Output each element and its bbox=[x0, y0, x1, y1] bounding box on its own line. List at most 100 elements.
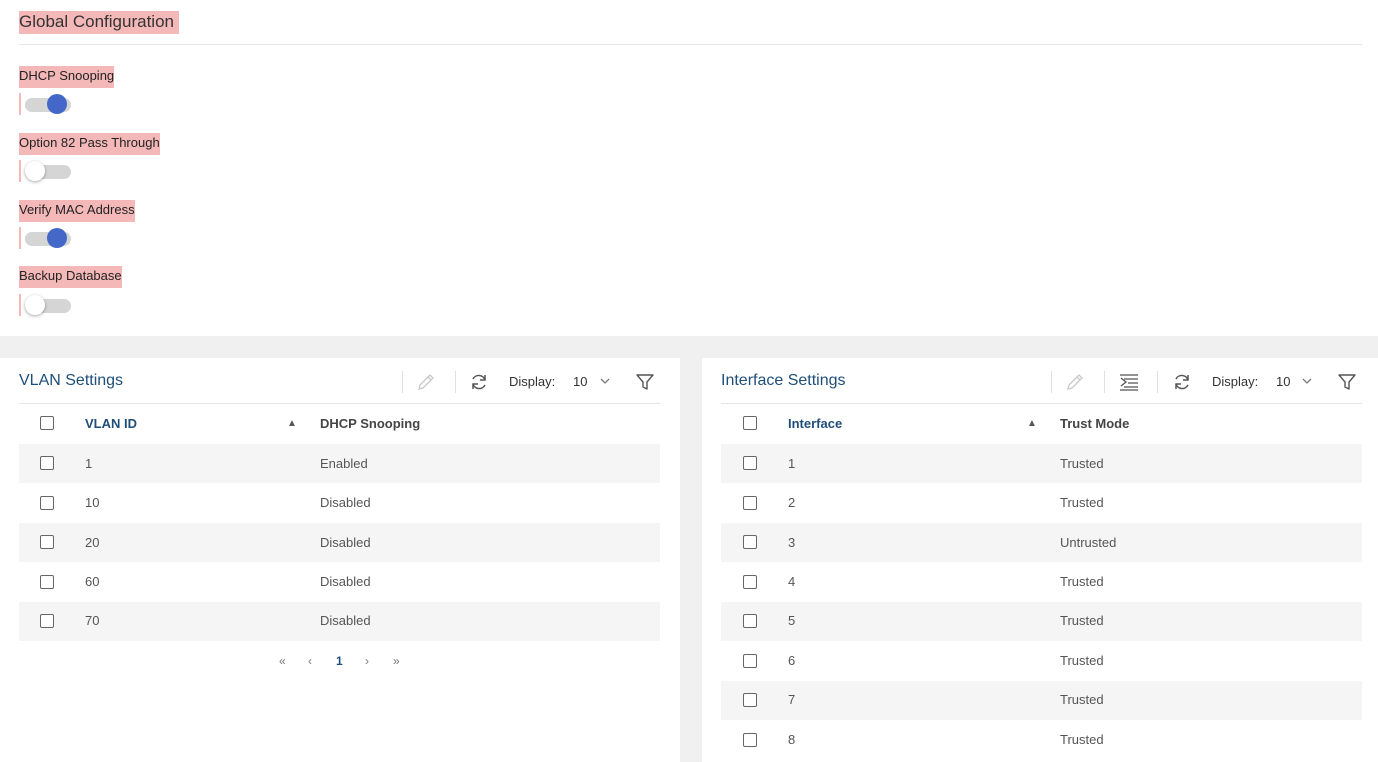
display-label: Display: bbox=[509, 374, 556, 389]
pagination-page-current[interactable]: 1 bbox=[336, 654, 343, 668]
divider bbox=[19, 44, 1362, 45]
row-checkbox[interactable] bbox=[743, 535, 757, 549]
toolbar-separator bbox=[1051, 371, 1052, 393]
table-header: VLAN ID ▲ DHCP Snooping bbox=[19, 404, 660, 444]
toggle-knob bbox=[47, 228, 67, 248]
toggle-knob bbox=[25, 161, 45, 181]
trust-mode-cell: Trusted bbox=[1060, 574, 1104, 589]
sort-ascending-icon[interactable]: ▲ bbox=[287, 418, 297, 430]
interface-cell: 1 bbox=[788, 456, 796, 471]
interface-cell: 8 bbox=[788, 732, 796, 747]
interface-settings-panel: Interface Settings Display: 10 Interface… bbox=[702, 358, 1378, 762]
vlan-id-cell: 70 bbox=[85, 613, 100, 628]
table-row[interactable]: 8 Trusted bbox=[721, 720, 1362, 759]
row-checkbox[interactable] bbox=[743, 456, 757, 470]
global-configuration-title: Global Configuration bbox=[19, 11, 179, 34]
interface-cell: 5 bbox=[788, 613, 796, 628]
interface-column-header[interactable]: Interface bbox=[788, 416, 842, 432]
toggle-knob bbox=[25, 295, 45, 315]
trust-mode-column-header[interactable]: Trust Mode bbox=[1060, 416, 1129, 432]
trust-mode-cell: Untrusted bbox=[1060, 535, 1117, 550]
pagination-first[interactable]: « bbox=[279, 654, 286, 668]
row-checkbox[interactable] bbox=[743, 733, 757, 747]
pagination-next[interactable]: › bbox=[365, 654, 369, 668]
toolbar-separator bbox=[1104, 371, 1105, 393]
table-row[interactable]: 5 Trusted bbox=[721, 602, 1362, 641]
table-row[interactable]: 70 Disabled bbox=[19, 602, 660, 641]
option-82-pass-through-label: Option 82 Pass Through bbox=[19, 133, 160, 155]
chevron-down-icon[interactable] bbox=[599, 375, 611, 387]
table-row[interactable]: 6 Trusted bbox=[721, 641, 1362, 680]
interface-cell: 4 bbox=[788, 574, 796, 589]
dhcp-snooping-cell: Disabled bbox=[320, 613, 371, 628]
table-row[interactable]: 1 Enabled bbox=[19, 444, 660, 483]
table-row[interactable]: 1 Trusted bbox=[721, 444, 1362, 483]
sort-ascending-icon[interactable]: ▲ bbox=[1027, 418, 1037, 430]
display-count-select[interactable]: 10 bbox=[573, 374, 587, 390]
interface-cell: 2 bbox=[788, 495, 796, 510]
dhcp-snooping-cell: Disabled bbox=[320, 535, 371, 550]
table-row[interactable]: 3 Untrusted bbox=[721, 523, 1362, 562]
toggle-knob bbox=[47, 94, 67, 114]
select-all-checkbox[interactable] bbox=[40, 416, 54, 430]
backup-database-toggle[interactable] bbox=[19, 294, 71, 316]
backup-database-label: Backup Database bbox=[19, 266, 122, 288]
row-checkbox[interactable] bbox=[743, 575, 757, 589]
vlan-id-column-header[interactable]: VLAN ID bbox=[85, 416, 137, 432]
interface-cell: 6 bbox=[788, 653, 796, 668]
row-checkbox[interactable] bbox=[40, 575, 54, 589]
dhcp-snooping-cell: Disabled bbox=[320, 495, 371, 510]
pagination-last[interactable]: » bbox=[393, 654, 400, 668]
column-settings-icon[interactable] bbox=[1118, 371, 1140, 393]
trust-mode-cell: Trusted bbox=[1060, 692, 1104, 707]
vlan-id-cell: 60 bbox=[85, 574, 100, 589]
row-checkbox[interactable] bbox=[40, 456, 54, 470]
row-checkbox[interactable] bbox=[743, 496, 757, 510]
row-checkbox[interactable] bbox=[743, 614, 757, 628]
row-checkbox[interactable] bbox=[743, 693, 757, 707]
trust-mode-cell: Trusted bbox=[1060, 653, 1104, 668]
vlan-id-cell: 20 bbox=[85, 535, 100, 550]
filter-icon[interactable] bbox=[1336, 371, 1358, 393]
row-checkbox[interactable] bbox=[40, 535, 54, 549]
table-header: Interface ▲ Trust Mode bbox=[721, 404, 1362, 444]
vlan-id-cell: 10 bbox=[85, 495, 100, 510]
dhcp-snooping-label: DHCP Snooping bbox=[19, 66, 115, 88]
select-all-checkbox[interactable] bbox=[743, 416, 757, 430]
vlan-id-cell: 1 bbox=[85, 456, 93, 471]
pencil-icon[interactable] bbox=[415, 371, 437, 393]
toolbar-separator bbox=[455, 371, 456, 393]
toolbar-separator bbox=[1157, 371, 1158, 393]
display-label: Display: bbox=[1212, 374, 1259, 389]
table-row[interactable]: 4 Trusted bbox=[721, 562, 1362, 601]
table-row[interactable]: 60 Disabled bbox=[19, 562, 660, 601]
option-82-pass-through-toggle[interactable] bbox=[19, 160, 71, 182]
verify-mac-address-toggle[interactable] bbox=[19, 227, 71, 249]
dhcp-snooping-toggle[interactable] bbox=[19, 93, 71, 115]
table-row[interactable]: 7 Trusted bbox=[721, 681, 1362, 720]
row-checkbox[interactable] bbox=[40, 496, 54, 510]
trust-mode-cell: Trusted bbox=[1060, 495, 1104, 510]
row-checkbox[interactable] bbox=[40, 614, 54, 628]
table-row[interactable]: 2 Trusted bbox=[721, 483, 1362, 522]
interface-settings-title: Interface Settings bbox=[721, 372, 846, 389]
dhcp-snooping-column-header[interactable]: DHCP Snooping bbox=[320, 416, 420, 432]
trust-mode-cell: Trusted bbox=[1060, 732, 1104, 747]
trust-mode-cell: Trusted bbox=[1060, 613, 1104, 628]
refresh-icon[interactable] bbox=[468, 371, 490, 393]
verify-mac-address-label: Verify MAC Address bbox=[19, 200, 135, 222]
pagination-prev[interactable]: ‹ bbox=[308, 654, 312, 668]
global-configuration-panel: Global Configuration DHCP Snooping Optio… bbox=[0, 0, 1378, 336]
table-row[interactable]: 20 Disabled bbox=[19, 523, 660, 562]
chevron-down-icon[interactable] bbox=[1301, 375, 1313, 387]
dhcp-snooping-cell: Enabled bbox=[320, 456, 368, 471]
interface-cell: 3 bbox=[788, 535, 796, 550]
filter-icon[interactable] bbox=[634, 371, 656, 393]
trust-mode-cell: Trusted bbox=[1060, 456, 1104, 471]
refresh-icon[interactable] bbox=[1171, 371, 1193, 393]
interface-cell: 7 bbox=[788, 692, 796, 707]
display-count-select[interactable]: 10 bbox=[1276, 374, 1290, 390]
row-checkbox[interactable] bbox=[743, 654, 757, 668]
table-row[interactable]: 10 Disabled bbox=[19, 483, 660, 522]
pencil-icon[interactable] bbox=[1064, 371, 1086, 393]
